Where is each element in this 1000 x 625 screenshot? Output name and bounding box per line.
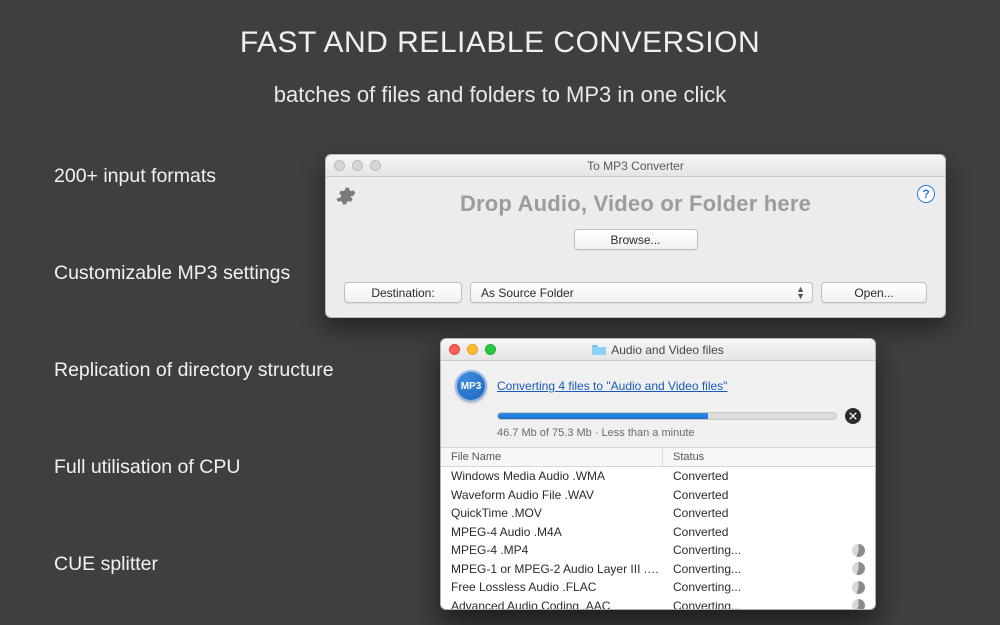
hero-title: FAST AND RELIABLE CONVERSION	[0, 26, 1000, 60]
table-row[interactable]: Windows Media Audio .WMAConverted	[441, 467, 875, 486]
destination-label-button[interactable]: Destination:	[344, 282, 462, 303]
progress-text: 46.7 Mb of 75.3 Mb · Less than a minute	[497, 427, 861, 439]
converter-window: To MP3 Converter ? Drop Audio, Video or …	[325, 154, 946, 318]
table-row[interactable]: Free Lossless Audio .FLACConverting...	[441, 578, 875, 597]
window-title: To MP3 Converter	[326, 159, 945, 173]
spinner-icon	[852, 562, 865, 575]
traffic-lights	[449, 344, 496, 355]
cell-filename: Free Lossless Audio .FLAC	[441, 580, 663, 594]
destination-value: As Source Folder	[481, 286, 574, 300]
table-body: Windows Media Audio .WMAConvertedWavefor…	[441, 467, 875, 610]
feature-item: CUE splitter	[54, 553, 334, 576]
cell-status: Converting...	[663, 580, 875, 594]
table-row[interactable]: Waveform Audio File .WAVConverted	[441, 486, 875, 505]
feature-item: Customizable MP3 settings	[54, 262, 334, 285]
cell-status: Converted	[663, 469, 875, 483]
progress-bar	[497, 412, 837, 420]
spinner-icon	[852, 544, 865, 557]
column-header-filename[interactable]: File Name	[441, 448, 663, 466]
zoom-dot[interactable]	[370, 160, 381, 171]
cell-status: Converted	[663, 525, 875, 539]
titlebar[interactable]: To MP3 Converter	[326, 155, 945, 177]
mp3-badge-icon: MP3	[455, 370, 487, 402]
cell-status: Converted	[663, 506, 875, 520]
cell-status: Converting...	[663, 599, 875, 610]
feature-item: 200+ input formats	[54, 165, 334, 188]
progress-window: Audio and Video files MP3 Converting 4 f…	[440, 338, 876, 610]
table-header: File Name Status	[441, 448, 875, 467]
cell-filename: QuickTime .MOV	[441, 506, 663, 520]
status-link[interactable]: Converting 4 files to "Audio and Video f…	[497, 379, 727, 393]
cell-filename: Advanced Audio Coding .AAC	[441, 599, 663, 610]
progress-header: MP3 Converting 4 files to "Audio and Vid…	[441, 361, 875, 448]
browse-button[interactable]: Browse...	[574, 229, 698, 250]
cell-status: Converting...	[663, 562, 875, 576]
titlebar[interactable]: Audio and Video files	[441, 339, 875, 361]
window-title-text: Audio and Video files	[611, 343, 724, 357]
zoom-dot[interactable]	[485, 344, 496, 355]
minimize-dot[interactable]	[467, 344, 478, 355]
open-button[interactable]: Open...	[821, 282, 927, 303]
table-row[interactable]: QuickTime .MOVConverted	[441, 504, 875, 523]
feature-item: Replication of directory structure	[54, 359, 334, 382]
table-row[interactable]: MPEG-4 Audio .M4AConverted	[441, 523, 875, 542]
column-header-status[interactable]: Status	[663, 448, 875, 466]
destination-select[interactable]: As Source Folder ▲▼	[470, 282, 813, 303]
window-title: Audio and Video files	[441, 343, 875, 357]
chevron-updown-icon: ▲▼	[796, 286, 805, 300]
minimize-dot[interactable]	[352, 160, 363, 171]
spinner-icon	[852, 581, 865, 594]
folder-icon	[592, 344, 606, 355]
cell-status: Converting...	[663, 543, 875, 557]
close-dot[interactable]	[449, 344, 460, 355]
cell-filename: MPEG-4 Audio .M4A	[441, 525, 663, 539]
table-row[interactable]: Advanced Audio Coding .AACConverting...	[441, 597, 875, 611]
cell-filename: MPEG-1 or MPEG-2 Audio Layer III .MP3	[441, 562, 663, 576]
traffic-lights	[334, 160, 381, 171]
close-dot[interactable]	[334, 160, 345, 171]
progress-bar-fill	[498, 413, 708, 419]
cell-filename: Waveform Audio File .WAV	[441, 488, 663, 502]
spinner-icon	[852, 599, 865, 610]
cancel-button[interactable]	[845, 408, 861, 424]
hero-subtitle: batches of files and folders to MP3 in o…	[0, 82, 1000, 108]
cell-filename: Windows Media Audio .WMA	[441, 469, 663, 483]
drop-message: Drop Audio, Video or Folder here	[326, 191, 945, 217]
cell-filename: MPEG-4 .MP4	[441, 543, 663, 557]
feature-item: Full utilisation of CPU	[54, 456, 334, 479]
feature-list: 200+ input formats Customizable MP3 sett…	[54, 165, 334, 576]
table-row[interactable]: MPEG-1 or MPEG-2 Audio Layer III .MP3Con…	[441, 560, 875, 579]
cell-status: Converted	[663, 488, 875, 502]
table-row[interactable]: MPEG-4 .MP4Converting...	[441, 541, 875, 560]
